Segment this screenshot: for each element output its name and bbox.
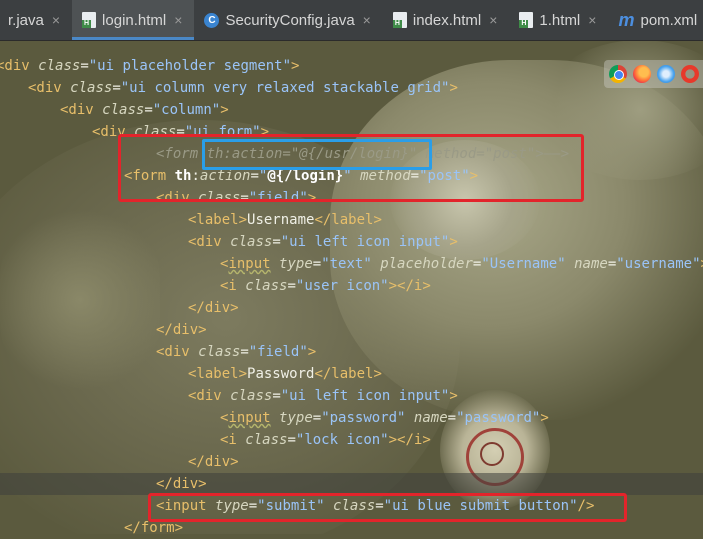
tab-securityconfig-java[interactable]: C SecurityConfig.java ×: [194, 0, 382, 40]
opera-icon[interactable]: [681, 65, 699, 83]
tab-label: 1.html: [539, 11, 581, 29]
maven-pom-icon: m: [618, 9, 635, 30]
tab-label: SecurityConfig.java: [225, 11, 355, 29]
code-line-4: <div class="ui form">: [92, 124, 270, 140]
code-line-3: <div class="column">: [60, 102, 229, 118]
code-line-8: <label>Username</label>: [188, 212, 382, 228]
close-icon[interactable]: ×: [489, 12, 497, 28]
code-line-1: <div class="ui placeholder segment">: [0, 58, 300, 74]
editor-tab-bar: r.java × login.html × C SecurityConfig.j…: [0, 0, 703, 41]
code-line-17: <input type="password" name="password">: [220, 410, 549, 426]
code-line-9: <div class="ui left icon input">: [188, 234, 458, 250]
code-line-11: <i class="user icon"></i>: [220, 278, 431, 294]
code-line-20-current: </div>: [0, 473, 703, 495]
code-line-10: <input type="text" placeholder="Username…: [220, 256, 703, 272]
tab-label: login.html: [102, 11, 167, 29]
code-line-15: <label>Password</label>: [188, 366, 382, 382]
code-line-21: <input type="submit" class="ui blue subm…: [156, 498, 595, 514]
tab-login-html[interactable]: login.html ×: [72, 0, 195, 40]
code-line-16: <div class="ui left icon input">: [188, 388, 458, 404]
html-file-icon: [82, 12, 97, 28]
tab-label: index.html: [412, 11, 482, 29]
tab-r-java[interactable]: r.java ×: [0, 0, 72, 40]
tab-index-html[interactable]: index.html ×: [383, 0, 510, 40]
close-icon[interactable]: ×: [52, 12, 60, 28]
safari-icon[interactable]: [657, 65, 675, 83]
html-file-icon: [392, 12, 407, 28]
code-line-6: <form th:action="@{/login}" method="post…: [124, 168, 479, 184]
code-line-5-comment: <form th:action="@{/usr/login}" method="…: [156, 146, 570, 162]
close-icon[interactable]: ×: [363, 12, 371, 28]
code-line-13: </div>: [156, 322, 207, 338]
close-icon[interactable]: ×: [174, 12, 182, 28]
code-line-19: </div>: [188, 454, 239, 470]
tab-pom-xml[interactable]: m pom.xml: [608, 0, 703, 40]
code-line-22: </form>: [124, 520, 184, 536]
java-class-icon: C: [204, 12, 220, 28]
html-file-icon: [519, 12, 534, 28]
tab-label: r.java: [8, 11, 44, 29]
code-line-14: <div class="field">: [156, 344, 317, 360]
chrome-icon[interactable]: [609, 65, 627, 83]
code-line-2: <div class="ui column very relaxed stack…: [28, 80, 458, 96]
close-icon[interactable]: ×: [588, 12, 596, 28]
tab-label: pom.xml: [640, 11, 698, 29]
browser-preview-bar: [604, 60, 703, 88]
code-line-18: <i class="lock icon"></i>: [220, 432, 431, 448]
code-line-12: </div>: [188, 300, 239, 316]
code-editor[interactable]: <div class="ui placeholder segment"> <di…: [0, 41, 703, 536]
firefox-icon[interactable]: [633, 65, 651, 83]
code-line-7: <div class="field">: [156, 190, 317, 206]
tab-1-html[interactable]: 1.html ×: [509, 0, 608, 40]
